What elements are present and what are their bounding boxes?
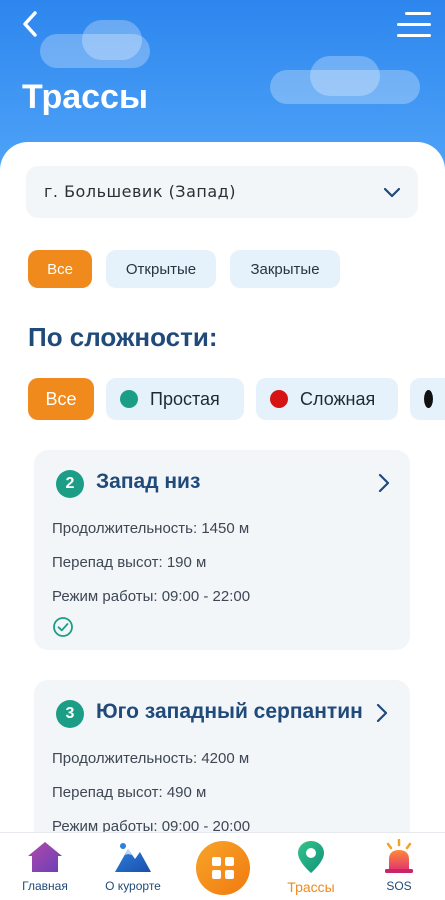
- menu-line: [397, 34, 431, 37]
- filter-open-label: Открытые: [125, 260, 197, 278]
- trail-drop: Перепад высот: 490 м: [52, 784, 207, 801]
- cloud-decoration: [310, 56, 380, 96]
- menu-line: [405, 12, 431, 15]
- map-pin-icon: [298, 841, 324, 873]
- difficulty-all-label: Все: [45, 388, 77, 409]
- home-icon: [28, 842, 62, 872]
- difficulty-all[interactable]: Все: [28, 378, 94, 420]
- trail-hours: Режим работы: 09:00 - 22:00: [52, 588, 251, 605]
- difficulty-hard-label: Сложная: [300, 388, 376, 409]
- nav-home-label: Главная: [22, 879, 68, 893]
- filter-all[interactable]: Все: [28, 250, 92, 288]
- filter-closed[interactable]: Закрытые: [230, 250, 340, 288]
- trail-card[interactable]: 2 Запад низ Продолжительность: 1450 м Пе…: [34, 450, 410, 650]
- location-select-value: г. Большевик (Запад): [44, 182, 236, 201]
- black-dot-icon: [424, 390, 433, 408]
- trail-length: Продолжительность: 1450 м: [52, 520, 250, 537]
- difficulty-heading: По сложности:: [28, 322, 218, 352]
- nav-sos-label: SOS: [386, 879, 412, 893]
- trail-name: Юго западный серпантин: [96, 700, 363, 723]
- filter-open[interactable]: Открытые: [106, 250, 216, 288]
- nav-sos[interactable]: SOS: [356, 839, 442, 899]
- filter-all-label: Все: [47, 260, 73, 278]
- difficulty-expert[interactable]: [410, 378, 445, 420]
- nav-trails[interactable]: Трассы: [268, 839, 354, 899]
- filter-closed-label: Закрытые: [250, 260, 320, 278]
- cloud-decoration: [82, 20, 142, 60]
- trail-name: Запад низ: [96, 470, 201, 493]
- grid-icon: [212, 857, 234, 879]
- chevron-right-icon: [376, 703, 388, 723]
- menu-button[interactable]: [397, 12, 431, 40]
- location-select[interactable]: г. Большевик (Запад): [26, 166, 418, 218]
- trail-drop: Перепад высот: 190 м: [52, 554, 207, 571]
- nav-trails-label: Трассы: [287, 879, 335, 895]
- content-sheet: г. Большевик (Запад) Все Открытые Закрыт…: [0, 142, 445, 900]
- trail-number-badge: 2: [56, 470, 84, 498]
- chevron-left-icon: [23, 11, 37, 37]
- bottom-navigation: Главная О курорте Трассы SOS: [0, 832, 445, 900]
- trail-length: Продолжительность: 4200 м: [52, 750, 250, 767]
- red-dot-icon: [270, 390, 288, 408]
- menu-line: [397, 23, 431, 26]
- difficulty-easy[interactable]: Простая: [106, 378, 244, 420]
- nav-about[interactable]: О курорте: [90, 839, 176, 899]
- nav-about-label: О курорте: [105, 879, 161, 893]
- main-menu-button[interactable]: [196, 841, 250, 895]
- check-circle-icon: [53, 617, 73, 637]
- back-button[interactable]: [14, 10, 46, 42]
- difficulty-easy-label: Простая: [150, 388, 220, 409]
- difficulty-hard[interactable]: Сложная: [256, 378, 398, 420]
- green-dot-icon: [120, 390, 138, 408]
- chevron-right-icon: [378, 473, 390, 493]
- chevron-down-icon: [383, 187, 401, 198]
- mountain-icon: [115, 843, 151, 872]
- nav-home[interactable]: Главная: [2, 839, 88, 899]
- siren-icon: [385, 839, 413, 873]
- trail-number-badge: 3: [56, 700, 84, 728]
- page-title: Трассы: [22, 78, 149, 116]
